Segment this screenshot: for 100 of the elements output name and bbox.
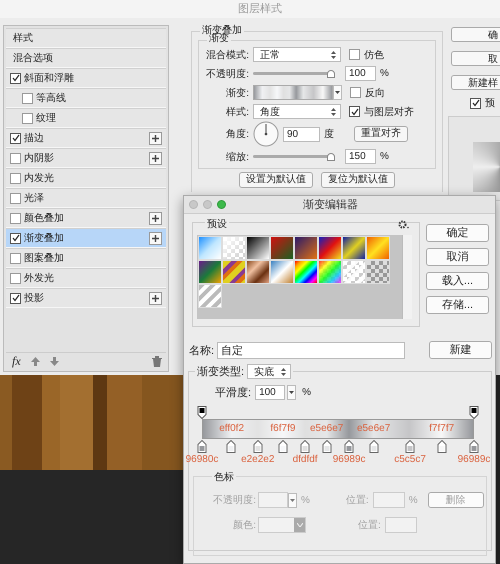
preset-swatch[interactable] <box>270 260 294 284</box>
preset-swatch[interactable] <box>318 236 342 260</box>
style-item[interactable]: 描边 <box>6 128 166 148</box>
checkbox[interactable] <box>10 252 21 264</box>
preset-swatch[interactable] <box>342 260 366 284</box>
checkbox[interactable] <box>10 192 21 204</box>
color-stop[interactable] <box>470 440 478 453</box>
add-icon[interactable] <box>149 232 162 244</box>
trash-icon[interactable] <box>152 356 162 366</box>
preset-swatch[interactable] <box>366 260 390 284</box>
dialog-button[interactable]: 新建样 <box>451 75 500 90</box>
gradient-swatch[interactable] <box>253 85 333 100</box>
preset-swatch[interactable] <box>222 236 246 260</box>
checkbox[interactable] <box>22 112 33 124</box>
style-item[interactable]: 渐变叠加 <box>6 228 166 248</box>
checkbox[interactable] <box>10 172 21 184</box>
preset-swatch[interactable] <box>198 284 222 308</box>
dialog-button[interactable]: 确定 <box>426 224 489 242</box>
preset-swatch[interactable] <box>342 236 366 260</box>
fx-menu[interactable]: fx <box>12 354 21 368</box>
style-item[interactable]: 内发光 <box>6 168 166 188</box>
slider-thumb[interactable] <box>327 70 335 78</box>
checkbox[interactable] <box>10 72 21 84</box>
style-item[interactable]: 混合选项 <box>6 48 166 68</box>
preset-swatch[interactable] <box>198 236 222 260</box>
gradient-type-select[interactable]: 实底 <box>247 364 292 379</box>
style-item[interactable]: 颜色叠加 <box>6 208 166 228</box>
checkbox[interactable] <box>470 98 481 108</box>
name-field[interactable]: 自定 <box>217 342 406 358</box>
angle-field[interactable]: 90 <box>283 126 320 142</box>
new-button[interactable]: 新建 <box>429 341 492 359</box>
slider-thumb[interactable] <box>327 152 335 160</box>
default-button[interactable]: 设置为默认值 <box>239 172 313 188</box>
color-stop[interactable] <box>278 440 287 453</box>
dropdown-button[interactable] <box>287 385 296 400</box>
dialog-button[interactable]: 取消 <box>426 248 489 266</box>
reset-alignment-button[interactable]: 重置对齐 <box>354 126 408 142</box>
checkbox[interactable] <box>22 92 33 104</box>
add-icon[interactable] <box>149 292 162 304</box>
style-item[interactable]: 投影 <box>6 288 166 308</box>
checkbox[interactable] <box>10 132 21 144</box>
opacity-stop[interactable] <box>470 406 478 419</box>
scale-slider[interactable] <box>253 152 335 162</box>
default-button[interactable]: 复位为默认值 <box>321 172 395 188</box>
preset-swatch[interactable] <box>270 236 294 260</box>
style-item[interactable]: 光泽 <box>6 188 166 208</box>
opacity-stop[interactable] <box>198 406 206 419</box>
color-stop[interactable] <box>322 440 332 453</box>
scrollbar[interactable] <box>402 235 412 319</box>
color-stop[interactable] <box>344 440 354 453</box>
style-item[interactable]: 纹理 <box>6 108 166 128</box>
color-stop[interactable] <box>438 440 447 453</box>
color-stop[interactable] <box>300 440 310 453</box>
down-arrow-icon[interactable] <box>50 356 59 366</box>
checkbox[interactable] <box>10 292 21 304</box>
dialog-button[interactable]: 存储... <box>426 296 489 314</box>
preset-swatch[interactable] <box>318 260 342 284</box>
style-item[interactable]: 等高线 <box>6 88 166 108</box>
preset-swatch[interactable] <box>294 260 318 284</box>
checkbox[interactable] <box>10 212 21 224</box>
style-item[interactable]: 斜面和浮雕 <box>6 68 166 88</box>
up-arrow-icon[interactable] <box>30 356 40 366</box>
style-select[interactable]: 角度 <box>253 104 341 119</box>
checkbox[interactable] <box>10 232 21 244</box>
checkbox[interactable] <box>10 272 21 284</box>
checkbox[interactable] <box>349 49 360 60</box>
add-icon[interactable] <box>149 132 162 144</box>
preset-swatch[interactable] <box>222 260 246 284</box>
color-stop[interactable] <box>253 440 262 453</box>
color-stop[interactable] <box>406 440 415 453</box>
settings-icon[interactable] <box>398 220 409 228</box>
style-item[interactable]: 内阴影 <box>6 148 166 168</box>
dialog-button[interactable]: 确 <box>451 27 500 42</box>
blend-mode-select[interactable]: 正常 <box>253 47 341 62</box>
dialog-button[interactable]: 载入... <box>426 272 489 290</box>
add-icon[interactable] <box>149 212 162 224</box>
opacity-slider[interactable] <box>253 68 335 78</box>
style-item[interactable]: 外发光 <box>6 268 166 288</box>
preset-swatch[interactable] <box>246 260 270 284</box>
zoom-button[interactable] <box>217 200 226 209</box>
style-item[interactable]: 样式 <box>6 28 166 48</box>
checkbox[interactable] <box>349 106 360 117</box>
color-stop[interactable] <box>198 440 206 453</box>
preset-swatch[interactable] <box>198 260 222 284</box>
angle-dial[interactable] <box>253 121 279 147</box>
dropdown-button[interactable] <box>333 85 342 100</box>
smoothness-field[interactable]: 100 <box>255 385 286 400</box>
preset-swatch[interactable] <box>366 236 390 260</box>
color-stop[interactable] <box>369 440 378 453</box>
opacity-field[interactable]: 100 <box>345 66 376 81</box>
preset-swatch[interactable] <box>294 236 318 260</box>
checkbox[interactable] <box>350 87 361 98</box>
checkbox[interactable] <box>10 152 21 164</box>
scale-field[interactable]: 150 <box>345 149 376 164</box>
color-stop[interactable] <box>226 440 236 453</box>
style-item[interactable]: 图案叠加 <box>6 248 166 268</box>
preset-swatch[interactable] <box>246 236 270 260</box>
add-icon[interactable] <box>149 152 162 164</box>
dialog-button[interactable]: 取 <box>451 51 500 66</box>
annotation-label: e2e2e2 <box>241 454 274 465</box>
